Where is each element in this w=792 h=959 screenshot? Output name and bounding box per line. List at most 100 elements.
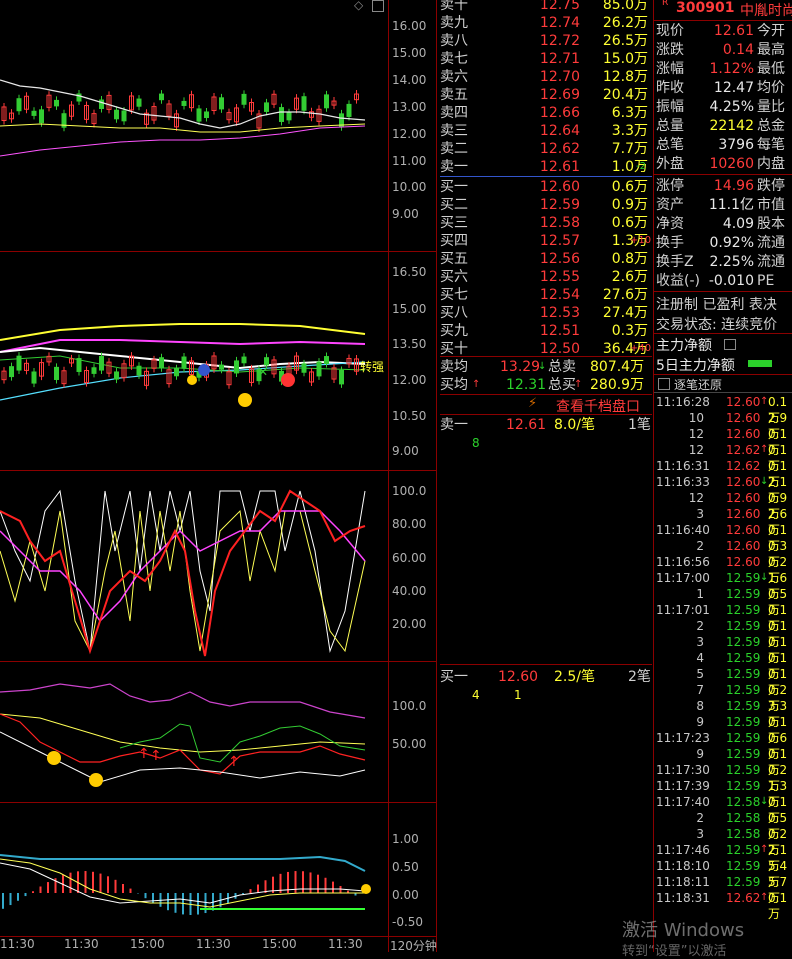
tick-row[interactable]: 11:17:0012.59↓1.6万	[656, 570, 792, 586]
bid-vol: 0.9万	[588, 196, 648, 214]
tick-row[interactable]: 11:17:0112.590.1万	[656, 602, 792, 618]
total-buy-label: 总买	[548, 376, 576, 394]
trend-indicator-chart[interactable]: ✕	[0, 252, 388, 470]
tick-row[interactable]: 1212.600.9万	[656, 490, 792, 506]
ask-price: 12.64	[508, 122, 580, 140]
oscillator-chart[interactable]	[0, 471, 388, 661]
p5-tick: -0.50	[392, 915, 432, 929]
stock-code[interactable]: 300901	[676, 0, 734, 16]
tick-row[interactable]: 512.590.1万	[656, 666, 792, 682]
tick-time: 11:16:40	[656, 522, 704, 538]
axis-divider	[388, 0, 389, 952]
x-tick: 15:00	[130, 937, 165, 951]
bid-row[interactable]: 买七12.5427.6万	[440, 286, 652, 304]
ask-row[interactable]: 卖一12.611.0万-2	[440, 158, 652, 176]
bid-row[interactable]: 买四12.571.3万+10	[440, 232, 652, 250]
depth-link[interactable]: 查看千档盘口	[556, 396, 640, 416]
tick-row[interactable]: 11:16:3312.60↓2.1万	[656, 474, 792, 490]
p1-tick: 16.00	[392, 19, 432, 33]
quote-key2: 最低	[757, 60, 785, 78]
bid-row[interactable]: 买九12.510.3万	[440, 322, 652, 340]
tick-row[interactable]: 11:18:3112.62↑0.1万	[656, 890, 792, 906]
tick-row[interactable]: 812.593.3万	[656, 698, 792, 714]
tick-row[interactable]: 312.580.2万	[656, 826, 792, 842]
tick-row[interactable]: 412.590.1万	[656, 650, 792, 666]
tick-row[interactable]: 11:17:3012.590.2万	[656, 762, 792, 778]
ask-vol: 15.0万	[588, 50, 648, 68]
tick-row[interactable]: 1212.62↑0.1万	[656, 442, 792, 458]
ask1-queue[interactable]: 卖一 12.61 8.0/笔 1笔	[440, 416, 652, 434]
bid-label: 买九	[440, 322, 468, 340]
signal-icon	[361, 884, 371, 894]
total-sell-label: 总卖	[548, 358, 576, 376]
tick-row[interactable]: 11:18:1012.595.4万	[656, 858, 792, 874]
ask-row[interactable]: 卖八12.7226.5万	[440, 32, 652, 50]
tick-row[interactable]: 312.590.1万	[656, 634, 792, 650]
x-tick: 15:00	[262, 937, 297, 951]
chart-area[interactable]: ◇ 16.00 15.00 14.00 13.00 12.00 11.00 10…	[0, 0, 437, 952]
bid-row[interactable]: 买五12.560.8万	[440, 250, 652, 268]
tick-row[interactable]: 212.600.3万	[656, 538, 792, 554]
ask-row[interactable]: 卖三12.643.3万	[440, 122, 652, 140]
p1-tick: 10.00	[392, 180, 432, 194]
tick-row[interactable]: 11:17:4012.58↓0.1万	[656, 794, 792, 810]
tick-row[interactable]: 11:16:3112.620.1万	[656, 458, 792, 474]
menu-icon[interactable]	[724, 339, 736, 350]
tick-row[interactable]: 212.590.1万	[656, 618, 792, 634]
tick-row[interactable]: 912.590.1万	[656, 714, 792, 730]
bid-row[interactable]: 买三12.580.6万	[440, 214, 652, 232]
tick-row[interactable]: 1212.600.1万	[656, 426, 792, 442]
bid-row[interactable]: 买八12.5327.4万	[440, 304, 652, 322]
tick-price: 12.59	[726, 858, 760, 874]
fund-row: 收益(-)-0.010PE	[656, 272, 792, 290]
ask-row[interactable]: 卖五12.6920.4万	[440, 86, 652, 104]
bid-row[interactable]: 买一12.600.6万	[440, 178, 652, 196]
tick-tab[interactable]: 逐笔还原	[674, 376, 722, 393]
tick-row[interactable]: 212.580.5万	[656, 810, 792, 826]
tick-time: 1	[656, 586, 704, 602]
bid1-queue[interactable]: 买一 12.60 2.5/笔 2笔	[440, 668, 652, 686]
tick-price: 12.62	[726, 890, 760, 906]
main-net5-label[interactable]: 5日主力净额	[656, 355, 735, 375]
tick-time: 3	[656, 634, 704, 650]
main-net-label[interactable]: 主力净额	[656, 335, 712, 355]
tick-price: 12.59	[726, 874, 760, 890]
macd-chart[interactable]	[0, 803, 388, 936]
tick-row[interactable]: 712.590.2万	[656, 682, 792, 698]
ask-vol: 12.8万	[588, 68, 648, 86]
bid-row[interactable]: 买六12.552.6万	[440, 268, 652, 286]
tick-row[interactable]: 11:17:2312.590.6万	[656, 730, 792, 746]
ask-row[interactable]: 卖十12.7585.0万	[440, 0, 652, 14]
bid-row[interactable]: 买二12.590.9万	[440, 196, 652, 214]
rsi-chart[interactable]: ↑ ↑ ↑	[0, 662, 388, 802]
tick-row[interactable]: 1012.602.9万	[656, 410, 792, 426]
stock-name[interactable]: 中胤时尚	[740, 0, 792, 20]
quote-divider	[654, 291, 792, 292]
tick-row[interactable]: 312.602.6万	[656, 506, 792, 522]
ask-row[interactable]: 卖二12.627.7万	[440, 140, 652, 158]
tick-price: 12.60	[726, 554, 760, 570]
bid1-label: 买一	[440, 668, 468, 686]
ask-row[interactable]: 卖四12.666.3万	[440, 104, 652, 122]
macd-cyan	[0, 855, 365, 871]
tick-row[interactable]: 11:16:5612.600.2万	[656, 554, 792, 570]
ask-row[interactable]: 卖六12.7012.8万	[440, 68, 652, 86]
macd-bar	[130, 889, 132, 893]
period-label[interactable]: 120分钟	[390, 937, 437, 954]
tick-tab-box[interactable]	[658, 378, 670, 390]
tick-row[interactable]: 112.590.5万	[656, 586, 792, 602]
tick-row[interactable]: 11:18:1112.595.7万	[656, 874, 792, 890]
tick-row[interactable]: 11:16:2812.60↑0.1万	[656, 394, 792, 410]
tick-price: 12.59	[726, 778, 760, 794]
ask-row[interactable]: 卖九12.7426.2万	[440, 14, 652, 32]
tick-row[interactable]: 11:16:4012.600.1万	[656, 522, 792, 538]
quote-row: 外盘10260内盘	[656, 155, 792, 173]
macd-bar	[317, 875, 319, 893]
tick-row[interactable]: 11:17:4612.59↑2.1万	[656, 842, 792, 858]
p1-tick: 9.00	[392, 207, 432, 221]
tick-row[interactable]: 11:17:3912.591.3万	[656, 778, 792, 794]
candlestick-chart[interactable]	[0, 0, 388, 251]
tick-row[interactable]: 912.590.1万	[656, 746, 792, 762]
ask-row[interactable]: 卖七12.7115.0万	[440, 50, 652, 68]
ask-vol: 20.4万	[588, 86, 648, 104]
